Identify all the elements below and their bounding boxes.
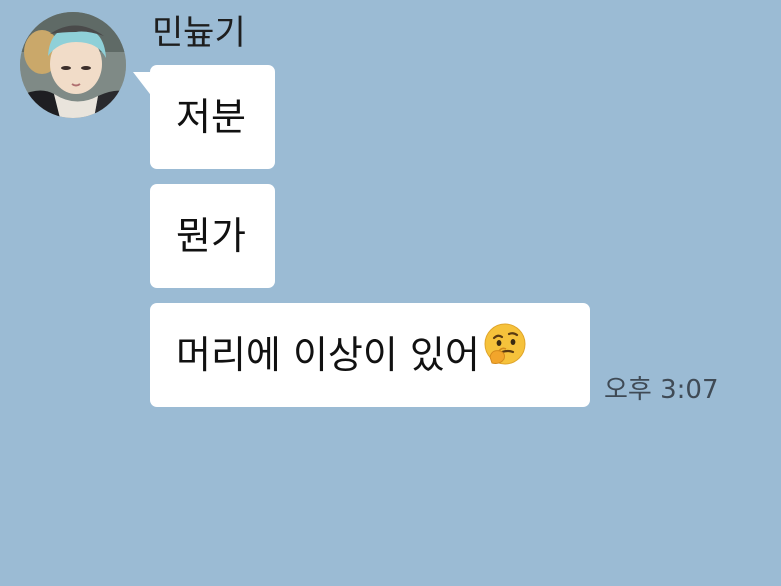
message-bubble[interactable]: 뭔가 [150,184,275,288]
message-text: 저분 [176,95,246,139]
chat-area: 민늎기 저분 뭔가 머리에 이상이 있어 오후 3:07 [0,0,781,586]
avatar[interactable] [20,12,126,118]
thinking-face-emoji-icon [482,302,528,406]
sender-name: 민늎기 [152,13,246,53]
message-timestamp: 오후 3:07 [604,375,719,405]
avatar-image [20,12,126,118]
message-bubble[interactable]: 머리에 이상이 있어 [150,303,590,407]
message-text: 뭔가 [176,214,246,258]
message-text: 머리에 이상이 있어 [176,333,480,377]
message-bubble[interactable]: 저분 [150,65,275,169]
